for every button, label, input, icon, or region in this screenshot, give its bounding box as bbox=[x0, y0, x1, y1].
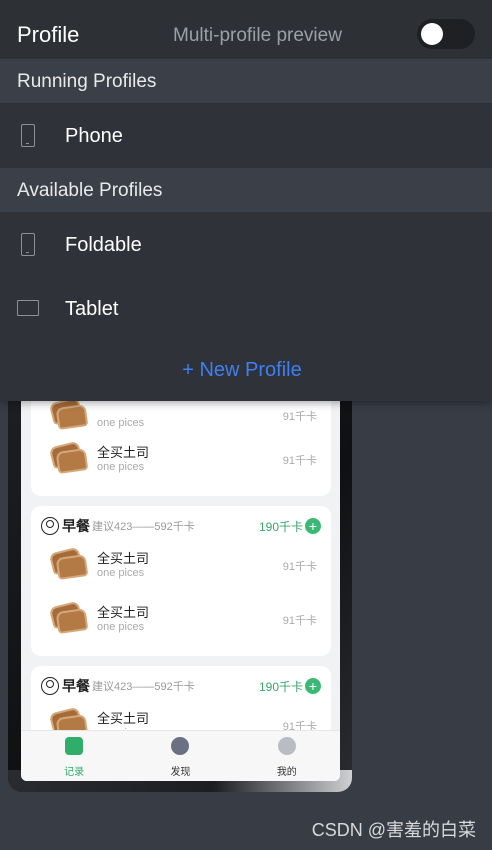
breakfast-icon bbox=[41, 517, 59, 535]
section-label: Available Profiles bbox=[17, 180, 163, 201]
food-desc: one pices bbox=[97, 567, 145, 579]
tab-discover[interactable]: 发现 bbox=[127, 731, 233, 781]
phone-icon bbox=[21, 124, 35, 147]
toast-icon bbox=[48, 600, 89, 634]
meal-kcal: 190千卡 bbox=[258, 519, 303, 534]
profile-item-phone[interactable]: Phone bbox=[0, 104, 492, 168]
section-label: Running Profiles bbox=[17, 71, 157, 92]
profile-item-foldable[interactable]: Foldable bbox=[0, 213, 492, 277]
food-name: 全买土司 bbox=[97, 551, 150, 566]
food-kcal: 91千卡 bbox=[282, 455, 317, 467]
bottom-tab-bar: 记录 发现 我的 bbox=[21, 730, 340, 781]
meal-hint: 建议423——592千卡 bbox=[92, 521, 195, 533]
tab-label: 记录 bbox=[64, 767, 85, 778]
record-icon bbox=[65, 737, 84, 755]
multi-profile-label: Multi-profile preview bbox=[173, 25, 342, 46]
food-name: 全买土司 bbox=[97, 711, 150, 726]
available-profiles-header: Available Profiles bbox=[0, 168, 492, 212]
stage: one pices 91千卡 全买土司 one pices 91千卡 早餐 建议… bbox=[0, 0, 492, 850]
panel-title: Profile bbox=[17, 22, 80, 47]
planet-icon bbox=[171, 737, 190, 755]
food-item[interactable]: 全买土司 one pices 91千卡 bbox=[48, 542, 317, 586]
toggle-knob bbox=[421, 23, 443, 45]
food-kcal: 91千卡 bbox=[282, 561, 317, 573]
tab-mine[interactable]: 我的 bbox=[234, 731, 340, 781]
tab-label: 发现 bbox=[170, 767, 191, 778]
watermark: CSDN @害羞的白菜 bbox=[311, 820, 476, 840]
profile-panel: Profile Multi-profile preview Running Pr… bbox=[0, 0, 492, 401]
meal-kcal: 190千卡 bbox=[258, 679, 303, 694]
add-food-button[interactable]: + bbox=[305, 678, 321, 694]
new-profile-button[interactable]: + New Profile bbox=[0, 357, 484, 383]
profile-name: Tablet bbox=[65, 298, 119, 320]
toast-icon bbox=[48, 396, 89, 430]
breakfast-icon bbox=[41, 677, 59, 695]
food-desc: one pices bbox=[97, 621, 145, 633]
running-profiles-header: Running Profiles bbox=[0, 59, 492, 103]
meal-name: 早餐 bbox=[62, 678, 90, 694]
food-kcal: 91千卡 bbox=[282, 615, 317, 627]
user-icon bbox=[277, 737, 296, 755]
meal-hint: 建议423——592千卡 bbox=[92, 681, 195, 693]
tablet-icon bbox=[17, 300, 39, 316]
profile-name: Phone bbox=[65, 125, 123, 147]
tab-label: 我的 bbox=[276, 767, 297, 778]
food-name: 全买土司 bbox=[97, 445, 150, 460]
meal-card: 早餐 建议423——592千卡 190千卡 + 全买土司 one pices 9… bbox=[31, 506, 331, 656]
food-desc: one pices bbox=[97, 461, 145, 473]
food-item[interactable]: 全买土司 one pices 91千卡 bbox=[48, 596, 317, 640]
food-kcal: 91千卡 bbox=[282, 411, 317, 423]
meal-header: 早餐 建议423——592千卡 190千卡 + bbox=[41, 676, 321, 696]
meal-name: 早餐 bbox=[62, 518, 90, 534]
toast-icon bbox=[48, 440, 89, 474]
food-desc: one pices bbox=[97, 417, 145, 429]
food-name: 全买土司 bbox=[97, 605, 150, 620]
add-food-button[interactable]: + bbox=[305, 518, 321, 534]
panel-header: Profile Multi-profile preview bbox=[0, 0, 492, 58]
profile-name: Foldable bbox=[65, 234, 142, 256]
food-item[interactable]: 全买土司 one pices 91千卡 bbox=[48, 436, 317, 480]
tab-record[interactable]: 记录 bbox=[21, 731, 127, 781]
profile-item-tablet[interactable]: Tablet bbox=[0, 277, 492, 341]
meal-header: 早餐 建议423——592千卡 190千卡 + bbox=[41, 516, 321, 536]
phone-icon bbox=[21, 233, 35, 256]
multi-profile-toggle[interactable] bbox=[417, 19, 475, 49]
toast-icon bbox=[48, 546, 89, 580]
